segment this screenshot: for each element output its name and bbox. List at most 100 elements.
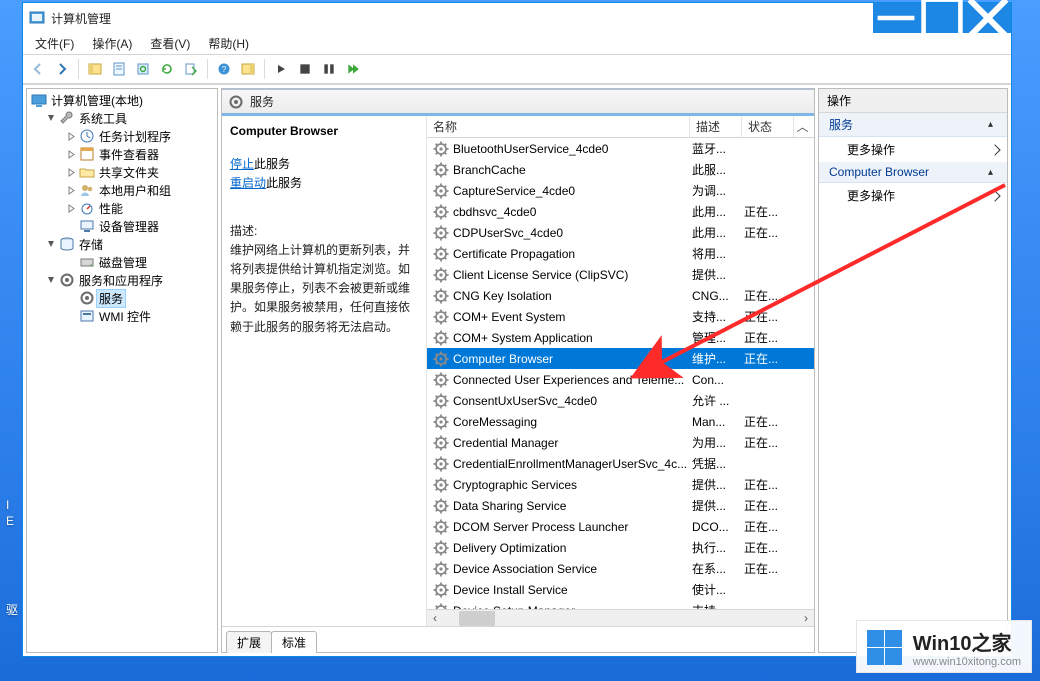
column-headers[interactable]: 名称 描述 状态 ︿	[427, 116, 814, 138]
menu-view[interactable]: 查看(V)	[142, 33, 198, 54]
service-row[interactable]: CDPUserSvc_4cde0此用...正在...	[427, 222, 814, 243]
service-row[interactable]: Device Setup Manager支持...	[427, 600, 814, 609]
twisty-icon[interactable]	[45, 238, 57, 250]
back-button[interactable]	[27, 58, 49, 80]
tree-node[interactable]: 服务	[29, 289, 215, 307]
service-name-cell: Cryptographic Services	[453, 478, 692, 492]
tree-node[interactable]: 事件查看器	[29, 145, 215, 163]
start-service-button[interactable]	[270, 58, 292, 80]
col-name[interactable]: 名称	[427, 116, 690, 137]
scroll-track[interactable]	[495, 611, 798, 626]
tree-node[interactable]: 设备管理器	[29, 217, 215, 235]
properties-button[interactable]	[108, 58, 130, 80]
twisty-icon[interactable]	[65, 148, 77, 160]
twisty-icon[interactable]	[65, 220, 77, 232]
minimize-button[interactable]	[873, 3, 919, 33]
service-row[interactable]: Computer Browser维护...正在...	[427, 348, 814, 369]
tree-node[interactable]: 共享文件夹	[29, 163, 215, 181]
nav-tree[interactable]: 计算机管理(本地) 系统工具任务计划程序事件查看器共享文件夹本地用户和组性能设备…	[26, 88, 218, 653]
action-label: 更多操作	[847, 187, 895, 204]
tree-node[interactable]: 性能	[29, 199, 215, 217]
service-row[interactable]: Device Association Service在系...正在...	[427, 558, 814, 579]
gear-icon	[433, 372, 449, 388]
service-row[interactable]: Client License Service (ClipSVC)提供...	[427, 264, 814, 285]
service-row[interactable]: Credential Manager为用...正在...	[427, 432, 814, 453]
twisty-icon[interactable]	[65, 256, 77, 268]
scroll-right-icon[interactable]: ›	[798, 611, 814, 626]
export-button[interactable]	[132, 58, 154, 80]
tab-standard[interactable]: 标准	[271, 631, 317, 653]
actions-more-1[interactable]: 更多操作	[819, 137, 1007, 162]
tree-node[interactable]: 系统工具	[29, 109, 215, 127]
twisty-icon[interactable]	[65, 184, 77, 196]
actions-section-services[interactable]: 服务 ▴	[819, 113, 1007, 137]
service-row[interactable]: BranchCache此服...	[427, 159, 814, 180]
stop-service-button[interactable]	[294, 58, 316, 80]
tree-icon	[79, 254, 95, 270]
horizontal-scrollbar[interactable]: ‹ ›	[427, 609, 814, 626]
twisty-icon[interactable]	[65, 166, 77, 178]
menu-action[interactable]: 操作(A)	[84, 33, 140, 54]
twisty-icon[interactable]	[65, 202, 77, 214]
show-action-pane-button[interactable]	[237, 58, 259, 80]
desc-body: 维护网络上计算机的更新列表，并将列表提供给计算机指定浏览。如果服务停止，列表不会…	[230, 243, 410, 334]
help-button[interactable]: ?	[213, 58, 235, 80]
service-name-cell: Data Sharing Service	[453, 499, 692, 513]
service-row[interactable]: CaptureService_4cde0为调...	[427, 180, 814, 201]
tree-node[interactable]: 磁盘管理	[29, 253, 215, 271]
service-row[interactable]: CNG Key IsolationCNG...正在...	[427, 285, 814, 306]
service-row[interactable]: COM+ System Application管理...正在...	[427, 327, 814, 348]
service-row[interactable]: DCOM Server Process LauncherDCO...正在...	[427, 516, 814, 537]
show-hide-tree-button[interactable]	[84, 58, 106, 80]
twisty-icon[interactable]	[45, 274, 57, 286]
actions-section-computer-browser[interactable]: Computer Browser ▴	[819, 162, 1007, 183]
service-row[interactable]: Delivery Optimization执行...正在...	[427, 537, 814, 558]
pause-service-button[interactable]	[318, 58, 340, 80]
service-row[interactable]: BluetoothUserService_4cde0蓝牙...	[427, 138, 814, 159]
service-row[interactable]: COM+ Event System支持...正在...	[427, 306, 814, 327]
maximize-button[interactable]	[919, 3, 965, 33]
tree-node[interactable]: 存储	[29, 235, 215, 253]
twisty-icon[interactable]	[65, 292, 77, 304]
service-row[interactable]: cbdhsvc_4cde0此用...正在...	[427, 201, 814, 222]
tab-extended[interactable]: 扩展	[226, 631, 272, 653]
scroll-left-icon[interactable]: ‹	[427, 611, 443, 626]
export-list-button[interactable]	[180, 58, 202, 80]
forward-button[interactable]	[51, 58, 73, 80]
service-desc-cell: 蓝牙...	[692, 140, 744, 157]
menu-file[interactable]: 文件(F)	[27, 33, 82, 54]
rows-container[interactable]: BluetoothUserService_4cde0蓝牙...BranchCac…	[427, 138, 814, 609]
refresh-button[interactable]	[156, 58, 178, 80]
tree-node[interactable]: WMI 控件	[29, 307, 215, 325]
tree-node[interactable]: 任务计划程序	[29, 127, 215, 145]
title-bar[interactable]: 计算机管理	[23, 3, 1011, 33]
twisty-icon[interactable]	[65, 130, 77, 142]
close-button[interactable]	[965, 3, 1011, 33]
actions-more-2[interactable]: 更多操作	[819, 183, 1007, 208]
tree-node[interactable]: 本地用户和组	[29, 181, 215, 199]
watermark-title: Win10之家	[913, 627, 1021, 656]
twisty-icon[interactable]	[45, 112, 57, 124]
tree-root[interactable]: 计算机管理(本地)	[29, 91, 215, 109]
scroll-thumb[interactable]	[459, 611, 495, 626]
service-row[interactable]: Certificate Propagation将用...	[427, 243, 814, 264]
service-row[interactable]: CoreMessagingMan...正在...	[427, 411, 814, 432]
stop-service-link[interactable]: 停止	[230, 157, 254, 171]
col-desc[interactable]: 描述	[690, 116, 742, 137]
service-row[interactable]: Cryptographic Services提供...正在...	[427, 474, 814, 495]
service-row[interactable]: Connected User Experiences and Teleme...…	[427, 369, 814, 390]
chevron-right-icon	[989, 144, 1000, 155]
tree-node[interactable]: 服务和应用程序	[29, 271, 215, 289]
menu-help[interactable]: 帮助(H)	[200, 33, 257, 54]
service-row[interactable]: ConsentUxUserSvc_4cde0允许 ...	[427, 390, 814, 411]
service-desc-cell: 此用...	[692, 203, 744, 220]
gear-icon	[433, 435, 449, 451]
service-row[interactable]: Data Sharing Service提供...正在...	[427, 495, 814, 516]
twisty-icon[interactable]	[65, 310, 77, 322]
col-status[interactable]: 状态	[742, 116, 794, 137]
restart-service-button[interactable]	[342, 58, 364, 80]
service-row[interactable]: Device Install Service使计...	[427, 579, 814, 600]
service-row[interactable]: CredentialEnrollmentManagerUserSvc_4c...…	[427, 453, 814, 474]
restart-service-link[interactable]: 重启动	[230, 176, 266, 190]
scroll-up-icon[interactable]: ︿	[794, 116, 811, 137]
